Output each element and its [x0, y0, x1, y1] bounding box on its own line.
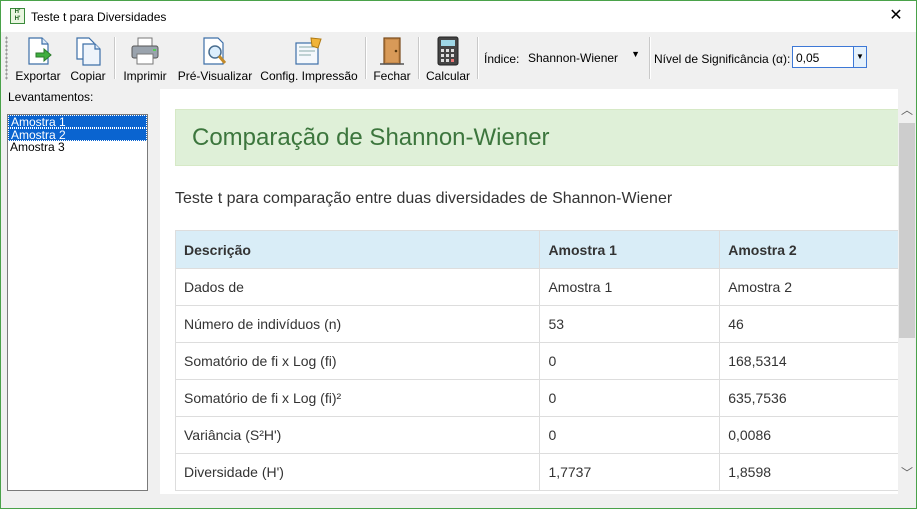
- app-window: H' H' Teste t para Diversidades ✕ Exporta…: [0, 0, 917, 509]
- export-button[interactable]: Exportar: [13, 33, 63, 83]
- nivel-value: 0,05: [796, 51, 820, 65]
- nivel-dropdown[interactable]: 0,05 ▼: [792, 46, 867, 68]
- table-cell: 168,5314: [719, 342, 898, 380]
- toolbar-separator: [477, 37, 479, 79]
- levantamentos-list[interactable]: Amostra 1 Amostra 2 Amostra 3: [7, 114, 148, 491]
- table-cell: 53: [539, 305, 721, 343]
- calculator-icon: [437, 36, 459, 66]
- table-cell: Amostra 2: [719, 268, 898, 306]
- results-table: Descrição Amostra 1 Amostra 2 Dados de A…: [174, 230, 898, 491]
- table-cell: Variância (S²H'): [174, 416, 541, 454]
- toolbar-separator: [114, 37, 116, 79]
- calculate-button[interactable]: Calcular: [424, 33, 472, 83]
- table-cell: Somatório de fi x Log (fi)²: [174, 379, 541, 417]
- table-cell: Diversidade (H'): [174, 453, 541, 491]
- print-preview-button[interactable]: Pré-Visualizar: [177, 33, 253, 83]
- page-setup-icon: [295, 37, 322, 65]
- table-row: Variância (S²H') 0 0,0086: [174, 416, 898, 454]
- print-preview-icon: [203, 37, 227, 65]
- table-cell: 1,8598: [719, 453, 898, 491]
- table-cell: Amostra 1: [539, 268, 721, 306]
- table-cell: Número de indivíduos (n): [174, 305, 541, 343]
- list-item-amostra-1[interactable]: Amostra 1: [8, 115, 147, 129]
- column-header: Amostra 2: [719, 230, 898, 269]
- scrollbar-thumb[interactable]: [899, 123, 915, 338]
- table-cell: Somatório de fi x Log (fi): [174, 342, 541, 380]
- table-cell: 0: [539, 416, 721, 454]
- table-header-row: Descrição Amostra 1 Amostra 2: [174, 230, 898, 269]
- print-button[interactable]: Imprimir: [120, 33, 170, 83]
- page-setup-label: Config. Impressão: [260, 69, 358, 83]
- column-header: Descrição: [174, 230, 541, 269]
- toolbar-separator: [649, 37, 651, 79]
- toolbar-grip[interactable]: [5, 36, 8, 80]
- export-label: Exportar: [15, 69, 61, 83]
- close-report-button[interactable]: Fechar: [371, 33, 413, 83]
- door-icon: [380, 37, 404, 65]
- report-title: Comparação de Shannon-Wiener: [192, 124, 550, 151]
- table-cell: 46: [719, 305, 898, 343]
- app-icon: H' H': [10, 8, 25, 24]
- table-cell: 635,7536: [719, 379, 898, 417]
- toolbar: Exportar Copiar Imprimir Pré-Visualizar …: [1, 32, 916, 84]
- print-label: Imprimir: [123, 69, 167, 83]
- title-bar: H' H' Teste t para Diversidades ✕: [1, 1, 916, 32]
- printer-icon: [131, 37, 159, 65]
- export-icon: [28, 37, 52, 65]
- page-setup-button[interactable]: Config. Impressão: [259, 33, 359, 83]
- close-report-label: Fechar: [373, 69, 411, 83]
- column-header: Amostra 1: [539, 230, 721, 269]
- table-row: Somatório de fi x Log (fi) 0 168,5314: [174, 342, 898, 380]
- vertical-scrollbar[interactable]: ︿ ﹀: [898, 89, 916, 494]
- table-cell: Dados de: [174, 268, 541, 306]
- table-cell: 0,0086: [719, 416, 898, 454]
- table-row: Número de indivíduos (n) 53 46: [174, 305, 898, 343]
- report-banner: Comparação de Shannon-Wiener: [175, 109, 898, 166]
- window-title: Teste t para Diversidades: [31, 10, 167, 24]
- table-cell: 0: [539, 379, 721, 417]
- calculate-label: Calcular: [425, 69, 470, 83]
- print-preview-label: Pré-Visualizar: [177, 69, 253, 83]
- copy-icon: [76, 37, 101, 66]
- levantamentos-label: Levantamentos:: [8, 90, 94, 104]
- list-item-amostra-3[interactable]: Amostra 3: [8, 141, 147, 154]
- report-subtitle: Teste t para comparação entre duas diver…: [175, 190, 673, 207]
- table-cell: 0: [539, 342, 721, 380]
- copy-button[interactable]: Copiar: [67, 33, 109, 83]
- table-row: Diversidade (H') 1,7737 1,8598: [174, 453, 898, 491]
- indice-dropdown[interactable]: Shannon-Wiener ▼: [522, 46, 646, 68]
- chevron-down-icon: ▼: [631, 49, 640, 59]
- nivel-label: Nível de Significância (α):: [654, 52, 791, 66]
- indice-value: Shannon-Wiener: [528, 51, 619, 65]
- chevron-down-icon[interactable]: ▼: [853, 47, 866, 67]
- toolbar-separator: [365, 37, 367, 79]
- close-button[interactable]: ✕: [882, 5, 910, 27]
- copy-label: Copiar: [70, 69, 106, 83]
- toolbar-separator: [418, 37, 420, 79]
- report-view: Comparação de Shannon-Wiener Teste t par…: [160, 89, 898, 494]
- chevron-down-icon[interactable]: ﹀: [898, 464, 916, 482]
- chevron-up-icon[interactable]: ︿: [898, 101, 916, 119]
- table-row: Somatório de fi x Log (fi)² 0 635,7536: [174, 379, 898, 417]
- indice-label: Índice:: [484, 52, 520, 66]
- table-cell: 1,7737: [539, 453, 721, 491]
- status-bar: [1, 494, 916, 508]
- table-row: Dados de Amostra 1 Amostra 2: [174, 268, 898, 306]
